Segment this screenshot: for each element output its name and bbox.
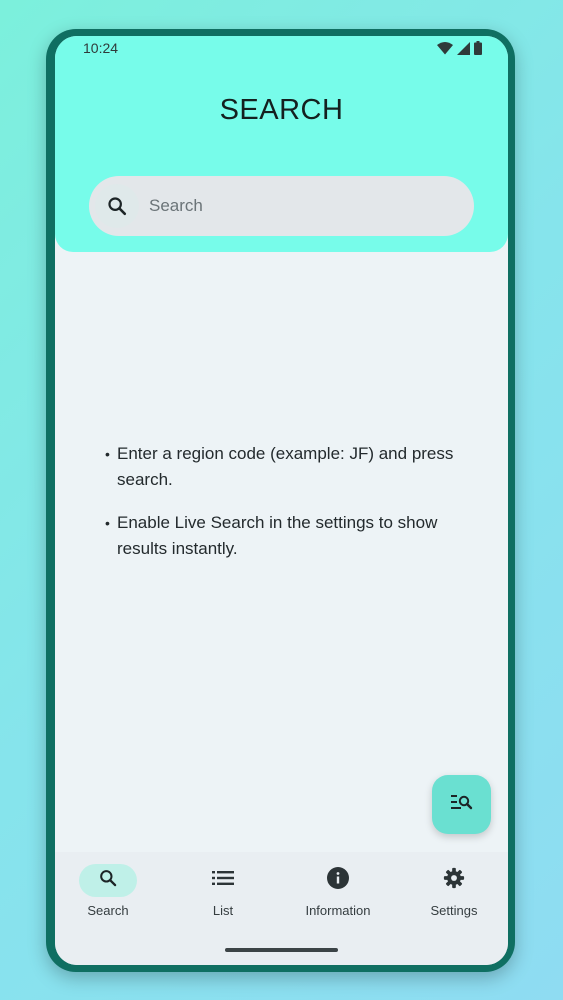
nav-label: Search (87, 903, 129, 918)
search-bar[interactable]: Search (89, 176, 474, 236)
search-list-icon (450, 792, 474, 817)
list-icon (212, 870, 234, 891)
search-icon (98, 868, 118, 893)
nav-label: Settings (430, 903, 478, 918)
nav-pill[interactable] (79, 864, 137, 897)
nav-item-search[interactable]: Search (55, 864, 163, 934)
search-list-fab[interactable] (432, 775, 491, 834)
info-text: Enter a region code (example: JF) and pr… (117, 444, 454, 489)
search-icon[interactable] (95, 184, 139, 228)
home-indicator[interactable] (225, 948, 338, 952)
header: 10:24 SEARCH Search (55, 36, 508, 252)
signal-icon (457, 41, 470, 60)
info-text: Enable Live Search in the settings to sh… (117, 513, 438, 558)
status-icons (437, 41, 482, 60)
nav-pill[interactable] (309, 864, 367, 897)
nav-label: List (212, 903, 234, 918)
list-item: • Enable Live Search in the settings to … (105, 510, 465, 562)
battery-icon (474, 41, 482, 60)
gear-icon (443, 867, 465, 894)
list-item: • Enter a region code (example: JF) and … (105, 441, 465, 493)
nav-item-settings[interactable]: Settings (399, 864, 508, 934)
status-time: 10:24 (83, 40, 119, 56)
nav-pill[interactable] (194, 864, 252, 897)
app-screen: 10:24 SEARCH Search • Enter a region cod… (55, 36, 508, 965)
nav-label: Information (305, 903, 371, 918)
nav-pill[interactable] (425, 864, 483, 897)
info-list: • Enter a region code (example: JF) and … (105, 441, 465, 579)
search-input[interactable]: Search (149, 196, 203, 216)
nav-item-information[interactable]: Information (283, 864, 393, 934)
nav-item-list[interactable]: List (168, 864, 278, 934)
wifi-icon (437, 41, 453, 60)
page-title: SEARCH (219, 94, 344, 126)
info-icon (327, 867, 349, 894)
